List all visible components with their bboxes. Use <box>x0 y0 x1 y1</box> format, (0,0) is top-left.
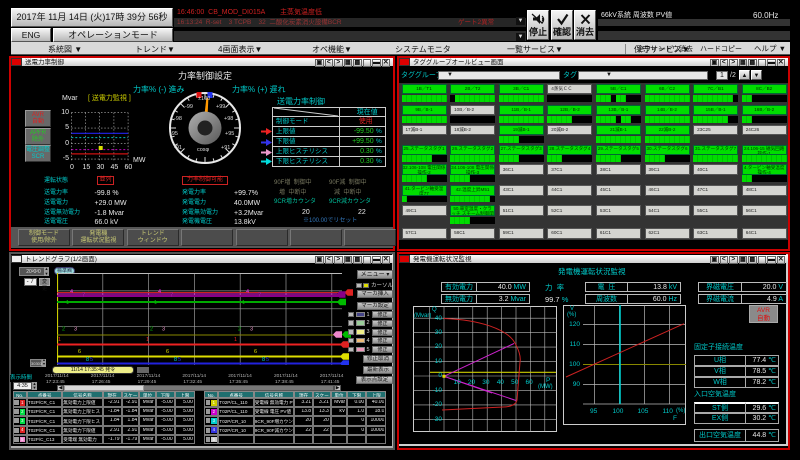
svg-text:8: 8 <box>174 357 177 363</box>
svg-text:7: 7 <box>170 293 173 299</box>
svg-text:1: 1 <box>66 300 69 306</box>
svg-text:3: 3 <box>162 327 165 333</box>
svg-text:5: 5 <box>266 357 269 363</box>
svg-text:2: 2 <box>238 327 241 333</box>
svg-text:8: 8 <box>262 357 265 363</box>
svg-text:7: 7 <box>258 293 261 299</box>
svg-text:5: 5 <box>178 357 181 363</box>
svg-text:3: 3 <box>74 327 77 333</box>
svg-text:7: 7 <box>82 293 85 299</box>
svg-text:1: 1 <box>234 337 237 343</box>
svg-text:4: 4 <box>246 289 249 295</box>
svg-text:1: 1 <box>58 337 61 343</box>
svg-text:6: 6 <box>254 349 257 355</box>
svg-text:5: 5 <box>90 357 93 363</box>
svg-text:2: 2 <box>150 327 153 333</box>
svg-text:4: 4 <box>158 289 161 295</box>
svg-text:6: 6 <box>166 349 169 355</box>
svg-text:8: 8 <box>86 357 89 363</box>
svg-text:1: 1 <box>242 300 245 306</box>
svg-text:4: 4 <box>70 289 73 295</box>
svg-text:1: 1 <box>146 337 149 343</box>
svg-text:1: 1 <box>154 300 157 306</box>
svg-text:6: 6 <box>78 349 81 355</box>
svg-text:2: 2 <box>62 327 65 333</box>
svg-text:3: 3 <box>250 327 253 333</box>
